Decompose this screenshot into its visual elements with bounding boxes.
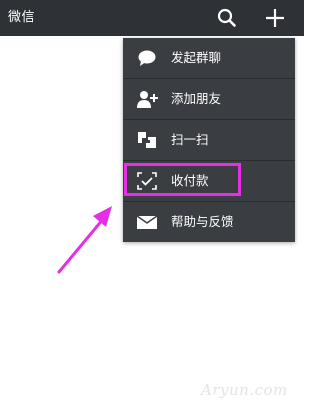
highlight-box [124,163,241,196]
search-icon[interactable] [214,5,240,31]
menu-item-label: 帮助与反馈 [171,214,234,229]
add-friend-icon [136,88,158,110]
plus-icon[interactable] [262,5,288,31]
top-bar: 微信 [0,0,304,36]
menu-item-add-friend[interactable]: 添加朋友 [123,79,295,119]
menu-item-label: 添加朋友 [171,91,222,106]
menu-item-scan[interactable]: 扫一扫 [123,120,295,160]
menu-item-help-feedback[interactable]: 帮助与反馈 [123,202,295,242]
app-title: 微信 [8,10,36,25]
menu-item-group-chat[interactable]: 发起群聊 [123,38,295,78]
add-popup-menu: 发起群聊 添加朋友 扫一扫 收付款 帮助与反馈 [123,38,295,242]
menu-item-label: 发起群聊 [171,50,222,65]
scan-icon [136,129,158,151]
watermark: Aryun.com [201,381,288,399]
chat-bubble-icon [136,47,158,69]
annotation-arrow [50,198,120,278]
menu-item-label: 扫一扫 [171,132,209,147]
envelope-icon [136,211,158,233]
